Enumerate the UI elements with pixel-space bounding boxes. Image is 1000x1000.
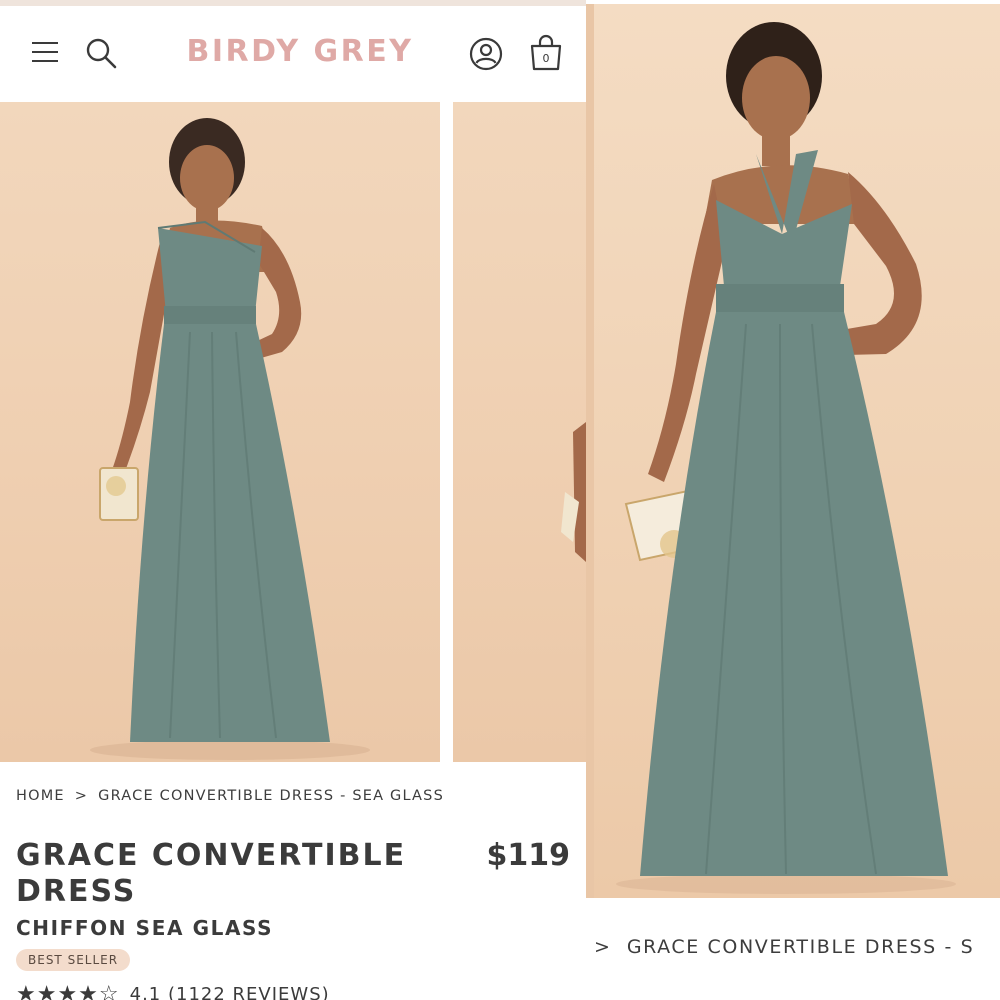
brand-logo[interactable]: BIRDY GREY [170, 34, 430, 69]
model-one-shoulder-illustration [90, 118, 370, 760]
rating-row[interactable]: ★★★★☆ 4.1 (1122 REVIEWS) [16, 982, 330, 1000]
mobile-product-page: BIRDY GREY 0 HOME > GRACE CONVERTIBLE DR… [0, 0, 586, 1000]
breadcrumb-separator: > [74, 788, 89, 804]
product-gallery[interactable] [0, 102, 586, 762]
best-seller-badge: BEST SELLER [16, 949, 131, 971]
account-icon[interactable] [468, 36, 504, 72]
product-title: GRACE CONVERTIBLE DRESS [16, 838, 407, 909]
breadcrumb: HOME > GRACE CONVERTIBLE DRESS - SEA GLASS [16, 788, 444, 804]
rating-reviews-link[interactable]: 4.1 (1122 REVIEWS) [130, 984, 330, 1000]
search-icon[interactable] [84, 36, 118, 70]
bag-count: 0 [542, 52, 550, 65]
site-header: BIRDY GREY 0 [0, 6, 586, 102]
peek-photo-illustration [561, 422, 586, 562]
product-photo-main[interactable] [0, 102, 440, 762]
model-halter-illustration [616, 22, 956, 894]
product-photo-peek[interactable] [453, 102, 586, 762]
product-photo-halter[interactable] [586, 4, 1000, 898]
photo-divider [586, 4, 594, 898]
breadcrumb-current: GRACE CONVERTIBLE DRESS - SEA GLASS [98, 788, 444, 804]
rating-stars-icon: ★★★★☆ [16, 982, 120, 1000]
breadcrumb-home[interactable]: HOME [16, 788, 65, 804]
breadcrumb-separator: > [594, 936, 612, 958]
breadcrumb-current-truncated: GRACE CONVERTIBLE DRESS - S [626, 936, 975, 958]
shopping-bag-icon[interactable]: 0 [526, 32, 566, 72]
product-price: $119 [486, 838, 571, 873]
zoomed-product-view: > GRACE CONVERTIBLE DRESS - S [586, 0, 1000, 1000]
product-variant: CHIFFON SEA GLASS [16, 916, 274, 940]
menu-icon[interactable] [30, 40, 60, 66]
breadcrumb-zoomed: > GRACE CONVERTIBLE DRESS - S [594, 936, 974, 958]
